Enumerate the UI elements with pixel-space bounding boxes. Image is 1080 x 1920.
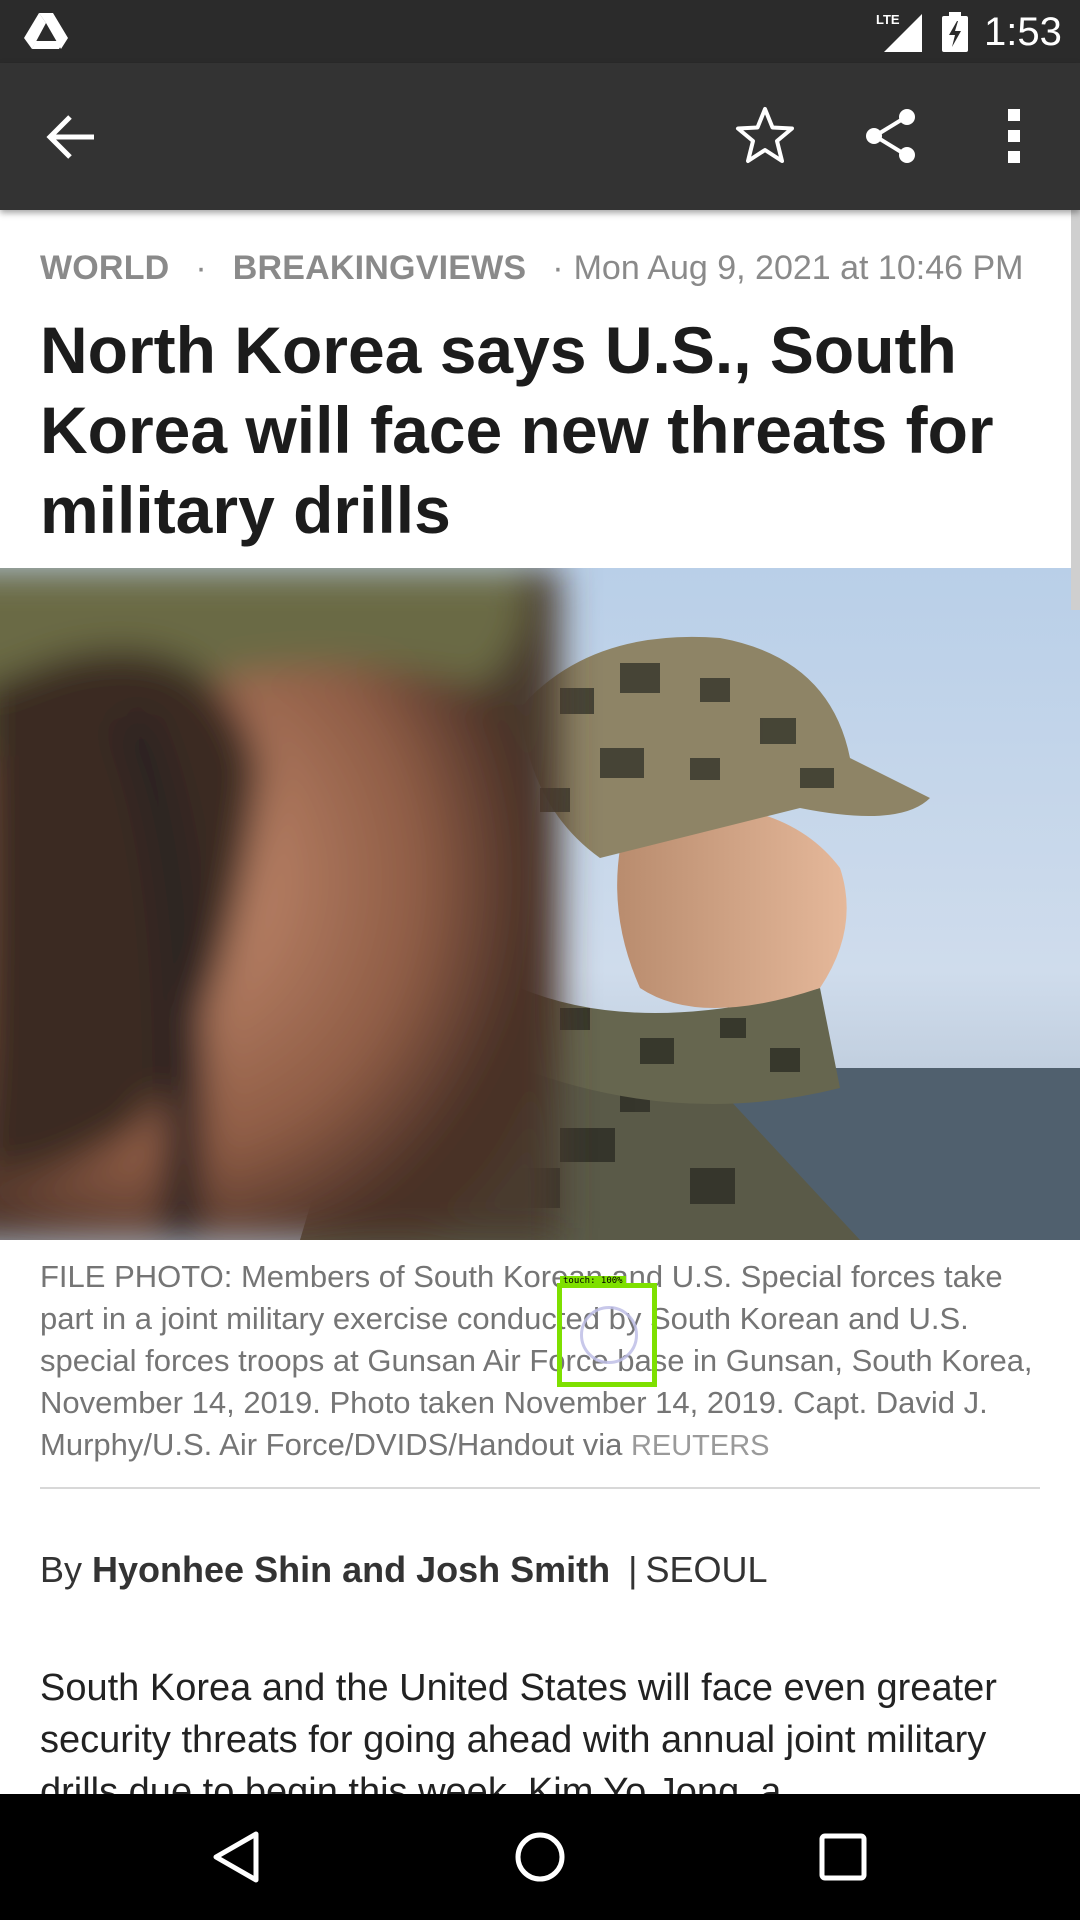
caption-text: FILE PHOTO: Members of South Korean and … [40, 1259, 1033, 1462]
meta-separator: · [195, 249, 207, 287]
byline: By Hyonhee Shin and Josh Smith | SEOUL [40, 1546, 768, 1594]
star-icon[interactable] [734, 105, 796, 167]
byline-prefix: By [40, 1549, 83, 1590]
status-time: 1:53 [984, 10, 1062, 54]
byline-pipe: | [628, 1549, 638, 1590]
lte-signal-icon: LTE [876, 12, 922, 52]
photo-caption: FILE PHOTO: Members of South Korean and … [40, 1256, 1050, 1467]
status-bar: LTE 1:53 [0, 0, 1080, 63]
drive-icon [24, 13, 68, 49]
hero-photo[interactable] [0, 568, 1080, 1240]
nav-recents-icon[interactable] [814, 1828, 872, 1886]
byline-dateline: SEOUL [645, 1549, 768, 1590]
meta-separator: · [552, 249, 564, 287]
category-label[interactable]: BREAKINGVIEWS [233, 249, 527, 287]
share-icon[interactable] [862, 107, 920, 165]
photo-credit[interactable]: REUTERS [631, 1430, 770, 1462]
article-body: South Korea and the United States will f… [40, 1667, 997, 1794]
article-meta: WORLD · BREAKINGVIEWS · Mon Aug 9, 2021 at 1… [40, 246, 1050, 290]
back-arrow-icon[interactable] [44, 109, 100, 165]
divider [40, 1487, 1040, 1489]
app-bar [0, 63, 1080, 210]
byline-authors[interactable]: Hyonhee Shin and Josh Smith [92, 1549, 610, 1590]
battery-charging-icon [942, 12, 968, 52]
article-headline: North Korea says U.S., South Korea will … [40, 313, 994, 547]
article-timestamp: Mon Aug 9, 2021 at 10:46 PM [573, 249, 1024, 287]
nav-back-icon[interactable] [208, 1828, 266, 1886]
nav-home-icon[interactable] [511, 1828, 569, 1886]
section-label[interactable]: WORLD [40, 249, 169, 287]
article-content[interactable]: WORLD · BREAKINGVIEWS · Mon Aug 9, 2021 at 1… [0, 210, 1080, 1794]
touch-ripple [580, 1306, 638, 1364]
network-label: LTE [876, 12, 900, 27]
touch-indicator-label: touch: 100% [560, 1276, 626, 1286]
more-vert-icon[interactable] [996, 105, 1032, 167]
screen: LTE 1:53 WORLD · BREAKINGVIEWS · Mon Aug… [0, 0, 1080, 1920]
scrollbar-thumb[interactable] [1071, 210, 1080, 610]
navigation-bar [0, 1794, 1080, 1920]
